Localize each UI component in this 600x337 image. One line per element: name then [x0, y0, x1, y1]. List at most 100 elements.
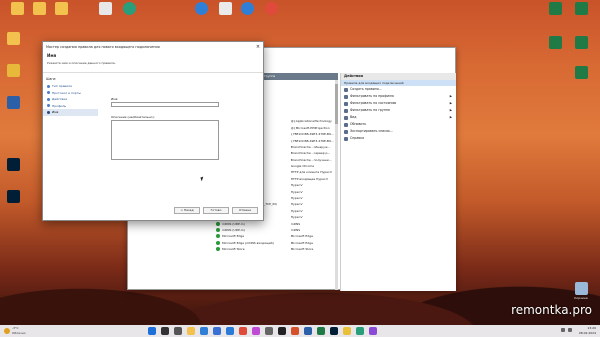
wizard-titlebar[interactable]: Мастер создания правила для нового входя…: [43, 42, 263, 51]
desktop-icon-excel4[interactable]: [568, 36, 594, 50]
action-item[interactable]: Справка: [341, 135, 456, 142]
clock[interactable]: 13:20 08.02.2024: [579, 326, 596, 335]
desktop-icon-recycle[interactable]: Корзина: [568, 282, 594, 300]
taskbar-terminal-icon[interactable]: [278, 327, 286, 335]
taskbar-windows-icon[interactable]: [148, 327, 156, 335]
rule-name: mDNS (UDP-In): [222, 227, 245, 232]
rule-enabled-icon: [216, 234, 220, 239]
desktop-icon-ps1[interactable]: [0, 158, 26, 172]
action-icon: [344, 136, 348, 141]
close-icon[interactable]: ×: [253, 44, 263, 50]
desktop-icon-app-left[interactable]: [0, 64, 26, 78]
step-bullet-icon: [47, 84, 50, 88]
wizard-heading: Имя: [47, 53, 57, 58]
taskbar-excel-icon[interactable]: [317, 327, 325, 335]
action-item[interactable]: Экспортировать список...: [341, 128, 456, 135]
desktop-icon-folder-left[interactable]: [0, 32, 26, 46]
rule-name: Microsoft Edge (mDNS входящий): [222, 240, 274, 245]
rule-name: Microsoft Edge: [222, 234, 245, 239]
taskbar-search-icon[interactable]: [161, 327, 169, 335]
action-label: Экспортировать список...: [350, 129, 394, 133]
desktop-icon-edge1[interactable]: [188, 2, 214, 16]
system-tray: [561, 328, 572, 332]
taskbar-edge-icon[interactable]: [200, 327, 208, 335]
step-bullet-icon: [47, 110, 50, 114]
desktop-icon-excel2[interactable]: [568, 2, 594, 16]
rule-enabled-icon: [216, 247, 220, 252]
new-rule-wizard[interactable]: Мастер создания правила для нового входя…: [42, 41, 264, 221]
action-label: Фильтровать по профилю: [350, 94, 394, 98]
actions-pane: Действия Правила для входящих подключени…: [340, 73, 456, 291]
action-label: Обновить: [350, 122, 367, 126]
taskbar-store-icon[interactable]: [213, 327, 221, 335]
taskbar-word-icon[interactable]: [304, 327, 312, 335]
name-label: Имя:: [111, 97, 119, 101]
action-item[interactable]: Обновить: [341, 121, 456, 128]
column-header-group[interactable]: Группа: [262, 73, 338, 80]
volume-icon[interactable]: [568, 328, 572, 332]
taskbar-app-icon[interactable]: [356, 327, 364, 335]
desktop-icon-folder3[interactable]: [48, 2, 74, 16]
submenu-arrow-icon: ▶: [449, 115, 452, 119]
action-icon: [344, 129, 348, 134]
wizard-step[interactable]: Имя: [43, 109, 98, 116]
rule-name: Microsoft Store: [222, 247, 245, 252]
action-icon: [344, 87, 348, 92]
desktop-icon-chrome[interactable]: [258, 2, 284, 16]
desktop-icon-user[interactable]: [116, 2, 142, 16]
desktop-icon-app1[interactable]: [92, 2, 118, 16]
desktop-icon-excel5[interactable]: [568, 66, 594, 80]
taskbar-media-icon[interactable]: [291, 327, 299, 335]
rule-enabled-icon: [216, 240, 220, 245]
taskbar-photos-icon[interactable]: [252, 327, 260, 335]
taskbar-notes-icon[interactable]: [343, 327, 351, 335]
desktop-icon-excel1[interactable]: [542, 2, 568, 16]
desktop-icon-ps2[interactable]: [0, 190, 26, 204]
step-label: Имя: [52, 110, 59, 114]
desktop-icon-word[interactable]: [0, 96, 26, 110]
taskbar-settings-icon[interactable]: [265, 327, 273, 335]
desktop-icon-edge2[interactable]: [234, 2, 260, 16]
description-textarea[interactable]: [111, 120, 219, 160]
description-label: Описание (необязательно):: [111, 115, 155, 119]
wifi-icon[interactable]: [561, 328, 565, 332]
action-item[interactable]: Фильтровать по группе ▶: [341, 107, 456, 114]
desktop-icon-excel3[interactable]: [542, 36, 568, 50]
submenu-arrow-icon: ▶: [449, 108, 452, 112]
wizard-header: Имя Укажите имя и описание данного прави…: [43, 51, 263, 73]
name-input[interactable]: [111, 102, 219, 107]
clock-date: 08.02.2024: [578, 330, 596, 335]
taskbar-ps-icon[interactable]: [330, 327, 338, 335]
action-icon: [344, 101, 348, 106]
finish-button[interactable]: Готово: [203, 207, 229, 214]
action-icon: [344, 115, 348, 120]
back-button[interactable]: < Назад: [174, 207, 200, 214]
step-bullet-icon: [47, 97, 50, 101]
weather-widget[interactable]: -3°C Облачно: [4, 326, 26, 335]
rule-name: mDNS (UDP-In): [222, 221, 245, 226]
action-icon: [344, 108, 348, 113]
taskbar-apps: [148, 327, 377, 335]
action-label: Фильтровать по группе: [350, 108, 390, 112]
action-label: Вид: [350, 115, 357, 119]
watermark: remontka.pro: [511, 303, 592, 317]
steps-header: Шаги:: [46, 77, 57, 81]
action-item[interactable]: Фильтровать по профилю ▶: [341, 93, 456, 100]
weather-icon: [4, 327, 10, 334]
weather-desc: Облачно: [12, 330, 26, 335]
action-item[interactable]: Создать правило...: [341, 86, 456, 93]
action-item[interactable]: Вид ▶: [341, 114, 456, 121]
taskbar-explorer-icon[interactable]: [187, 327, 195, 335]
action-item[interactable]: Фильтровать по состоянию ▶: [341, 100, 456, 107]
taskbar-app2-icon[interactable]: [369, 327, 377, 335]
rules-scrollbar[interactable]: [335, 80, 338, 290]
cancel-button[interactable]: Отмена: [232, 207, 258, 214]
recycle-bin-icon: [574, 282, 588, 295]
table-row[interactable]: Microsoft Store Microsoft Store: [128, 246, 338, 252]
taskbar-chrome-icon[interactable]: [239, 327, 247, 335]
step-bullet-icon: [47, 104, 50, 108]
taskbar-mail-icon[interactable]: [226, 327, 234, 335]
rule-enabled-icon: [216, 227, 220, 232]
wizard-title: Мастер создания правила для нового входя…: [46, 44, 160, 49]
taskbar-taskview-icon[interactable]: [174, 327, 182, 335]
